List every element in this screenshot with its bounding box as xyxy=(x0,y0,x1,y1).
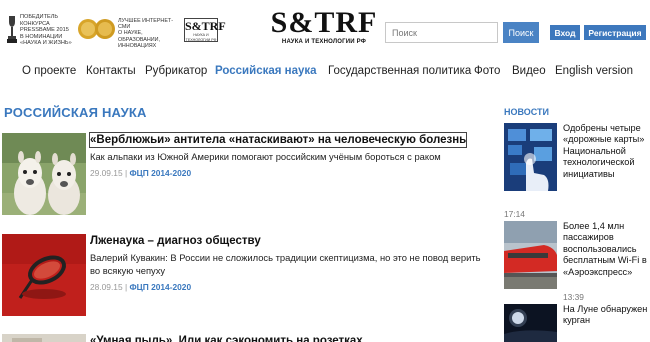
small-logo-subtitle: НАУКА И ТЕХНОЛОГИИ РФ xyxy=(185,33,217,42)
badge-line: О НАУКЕ, ОБРАЗОВАНИИ, xyxy=(118,30,161,43)
small-strf-logo: S&TRF НАУКА И ТЕХНОЛОГИИ РФ xyxy=(184,18,226,42)
main-nav: О проекте Контакты Рубрикатор Российская… xyxy=(0,62,650,80)
section-title: РОССИЙСКАЯ НАУКА xyxy=(4,105,147,120)
article-meta: 28.09.15 | ФЦП 2014-2020 xyxy=(90,282,191,292)
badge-line: ЛУЧШЕЕ ИНТЕРНЕТ-СМИ xyxy=(118,18,174,31)
site-logo[interactable]: S&TRF НАУКА И ТЕХНОЛОГИИ РФ xyxy=(270,8,378,48)
award-line: В НОМИНАЦИИ xyxy=(20,33,63,40)
nav-item-about[interactable]: О проекте xyxy=(22,62,76,80)
article-lead: Валерий Кувакин: В России не сложилось т… xyxy=(90,252,481,276)
news-item: Более 1,4 млн пассажиров воспользовались… xyxy=(504,221,650,302)
nav-item-video[interactable]: Видео xyxy=(512,62,546,80)
article-title[interactable]: Лженаука – диагноз обществу xyxy=(90,234,261,248)
nav-item-english[interactable]: English version xyxy=(555,62,633,80)
nav-item-photo[interactable]: Фото xyxy=(474,62,500,80)
news-text[interactable]: Одобрены четыре «дорожные карты» Национа… xyxy=(563,123,649,180)
nav-item-state-policy[interactable]: Государственная политика xyxy=(328,62,471,80)
article-tag[interactable]: ФЦП 2014-2020 xyxy=(129,168,191,178)
article-item: Лженаука – диагноз обществу Валерий Кува… xyxy=(2,234,488,320)
article-item: «Верблюжьи» антитела «натаскивают» на че… xyxy=(2,132,488,219)
meta-separator: | xyxy=(124,282,128,292)
news-text[interactable]: Более 1,4 млн пассажиров воспользовались… xyxy=(563,221,649,278)
gold-medals-icon xyxy=(78,19,115,39)
best-media-badge: ЛУЧШЕЕ ИНТЕРНЕТ-СМИ О НАУКЕ, ОБРАЗОВАНИИ… xyxy=(118,18,180,49)
register-button[interactable]: Регистрация xyxy=(584,25,646,40)
article-meta: 29.09.15 | ФЦП 2014-2020 xyxy=(90,168,191,178)
article-item: «Умная пыль». Или как сэкономить на розе… xyxy=(2,334,488,342)
award-line: ПОБЕДИТЕЛЬ xyxy=(20,14,59,20)
meta-separator: | xyxy=(124,168,128,178)
news-time: 17:14 xyxy=(504,209,525,219)
site-header: ПОБЕДИТЕЛЬ КОНКУРСА PRESSBAME 2015 В НОМ… xyxy=(0,0,650,56)
search-button[interactable]: Поиск xyxy=(503,22,539,43)
badge-line: ИННОВАЦИЯХ xyxy=(118,42,157,49)
article-date: 28.09.15 xyxy=(90,282,123,292)
award-line: PRESSBAME 2015 xyxy=(20,27,69,34)
alpaca-photo[interactable] xyxy=(2,133,86,215)
article-tag[interactable]: ФЦП 2014-2020 xyxy=(129,282,191,292)
news-item: На Луне обнаружен курган xyxy=(504,304,650,342)
article-date: 29.09.15 xyxy=(90,168,123,178)
red-mirror-photo[interactable] xyxy=(2,234,86,316)
award-line: КОНКУРСА xyxy=(20,20,50,27)
logo-wordmark: S&TRF xyxy=(270,6,378,39)
nav-item-rubricator[interactable]: Рубрикатор xyxy=(145,62,207,80)
moon-night-photo[interactable] xyxy=(504,304,557,342)
search-input[interactable] xyxy=(385,22,498,43)
news-time: 13:39 xyxy=(563,292,584,302)
login-button[interactable]: Вход xyxy=(550,25,580,40)
article-lead: Как альпаки из Южной Америки помогают ро… xyxy=(90,151,441,162)
pressbame-award-badge: ПОБЕДИТЕЛЬ КОНКУРСА PRESSBAME 2015 В НОМ… xyxy=(4,12,115,47)
aeroexpress-train-photo[interactable] xyxy=(504,221,557,289)
logo-subtitle: НАУКА И ТЕХНОЛОГИИ РФ xyxy=(281,39,367,45)
news-item: Одобрены четыре «дорожные карты» Национа… xyxy=(504,123,650,219)
badge-caption: ЛУЧШЕЕ ИНТЕРНЕТ-СМИ О НАУКЕ, ОБРАЗОВАНИИ… xyxy=(118,18,180,49)
news-sidebar-title[interactable]: НОВОСТИ xyxy=(504,107,549,117)
touchscreen-hand-photo[interactable] xyxy=(504,123,557,191)
article-title[interactable]: «Умная пыль». Или как сэкономить на розе… xyxy=(90,334,363,342)
article-title[interactable]: «Верблюжьи» антитела «натаскивают» на че… xyxy=(88,132,468,148)
article-photo[interactable] xyxy=(2,334,86,342)
news-text[interactable]: На Луне обнаружен курган xyxy=(563,304,649,327)
nav-item-contacts[interactable]: Контакты xyxy=(86,62,136,80)
award-caption: ПОБЕДИТЕЛЬ КОНКУРСА PRESSBAME 2015 В НОМ… xyxy=(20,14,72,47)
nav-item-russian-science[interactable]: Российская наука xyxy=(215,62,317,80)
trophy-icon xyxy=(7,16,17,43)
award-line: «НАУКА И ЖИЗНЬ» xyxy=(20,40,72,47)
small-logo-wordmark: S&TRF xyxy=(185,19,226,33)
